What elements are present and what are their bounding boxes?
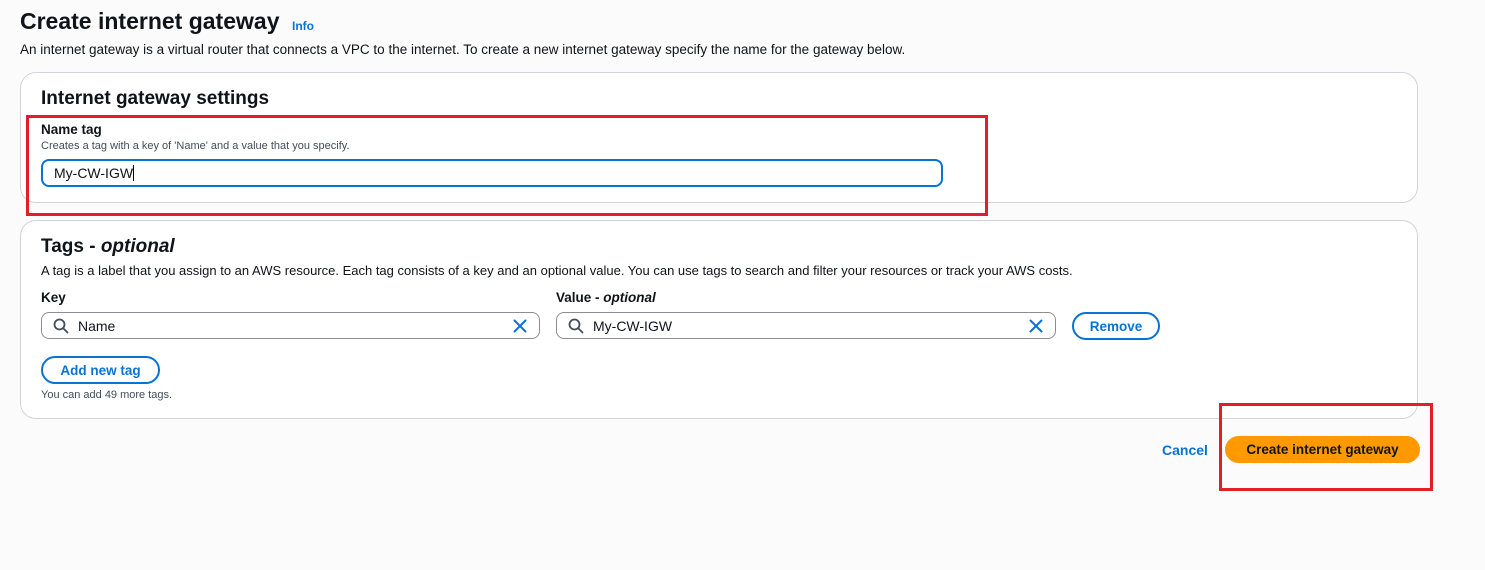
name-tag-input-value: My-CW-IGW — [54, 165, 134, 181]
create-internet-gateway-button[interactable]: Create internet gateway — [1225, 436, 1420, 463]
tag-value-value: My-CW-IGW — [593, 318, 673, 334]
close-icon[interactable] — [512, 318, 528, 334]
page-title: Create internet gateway — [20, 8, 280, 34]
tags-panel: Tags - optional A tag is a label that yo… — [20, 220, 1418, 419]
tags-panel-title: Tags - optional — [41, 236, 175, 258]
add-new-tag-button[interactable]: Add new tag — [41, 356, 160, 384]
tags-title-optional: optional — [100, 236, 175, 257]
value-column-label: Value - optional — [556, 290, 656, 305]
key-column-label: Key — [41, 290, 66, 305]
page-description: An internet gateway is a virtual router … — [20, 42, 906, 57]
tag-limit-hint: You can add 49 more tags. — [41, 389, 173, 401]
remove-tag-button[interactable]: Remove — [1072, 312, 1160, 340]
search-icon — [568, 318, 584, 334]
value-label-text: Value - — [556, 290, 604, 305]
cancel-button[interactable]: Cancel — [1162, 442, 1208, 458]
info-link[interactable]: Info — [292, 19, 314, 33]
search-icon — [53, 318, 69, 334]
text-cursor — [133, 165, 135, 181]
value-label-optional: optional — [603, 290, 656, 305]
tag-value-input[interactable]: My-CW-IGW — [556, 312, 1056, 339]
name-tag-input[interactable]: My-CW-IGW — [41, 159, 943, 187]
tags-title-text: Tags - — [41, 236, 101, 257]
tag-key-input[interactable]: Name — [41, 312, 540, 339]
settings-panel: Internet gateway settings Name tag Creat… — [20, 72, 1418, 203]
name-tag-hint: Creates a tag with a key of 'Name' and a… — [41, 140, 350, 152]
tag-key-value: Name — [78, 318, 116, 334]
name-tag-label: Name tag — [41, 122, 102, 137]
tags-description: A tag is a label that you assign to an A… — [41, 263, 1073, 278]
settings-panel-title: Internet gateway settings — [41, 88, 270, 109]
close-icon[interactable] — [1028, 318, 1044, 334]
